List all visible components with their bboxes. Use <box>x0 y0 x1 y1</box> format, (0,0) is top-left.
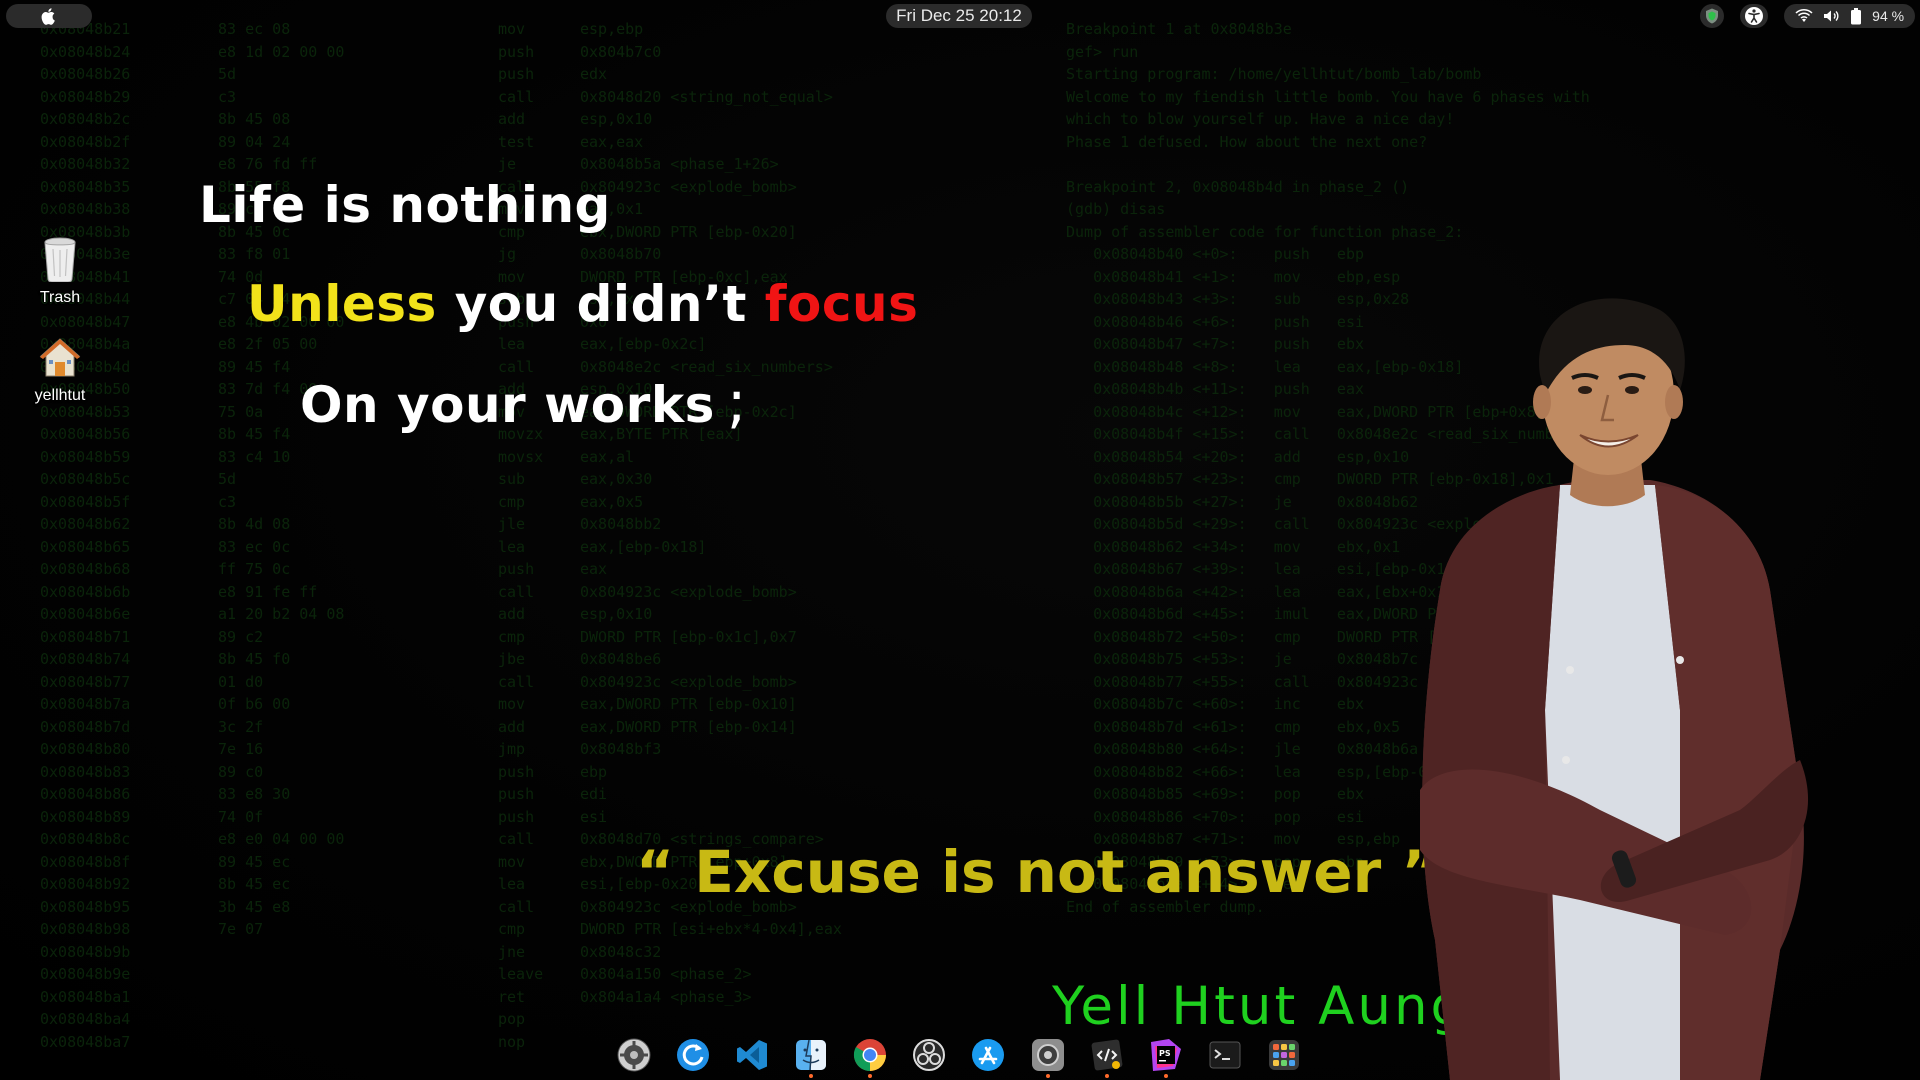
shield-icon <box>1705 8 1719 24</box>
code-editor-icon <box>1090 1038 1124 1072</box>
running-indicator <box>809 1074 814 1078</box>
dock-item-app-store[interactable] <box>968 1035 1008 1075</box>
dock-item-settings[interactable] <box>1028 1035 1068 1078</box>
finder-icon <box>795 1039 827 1071</box>
dock-item-phpstorm[interactable]: PS <box>1146 1035 1186 1078</box>
settings-gear-icon <box>1031 1038 1065 1072</box>
obs-studio-icon <box>912 1038 946 1072</box>
trash-icon <box>40 236 80 287</box>
terminal-icon <box>1208 1038 1242 1072</box>
running-indicator <box>868 1074 873 1078</box>
battery-icon <box>1850 4 1862 28</box>
dock-item-terminal[interactable] <box>1205 1035 1245 1075</box>
desktop: 0x08048b21 0x08048b24 0x08048b26 0x08048… <box>0 0 1920 1080</box>
quote-word-focus: focus <box>764 275 919 333</box>
running-indicator <box>1104 1074 1109 1078</box>
quote-semicolon: ; <box>726 368 747 436</box>
quote-line-3: On your works; <box>300 368 747 436</box>
svg-text:PS: PS <box>1159 1049 1171 1058</box>
person-portrait <box>1380 290 1860 1080</box>
app-launcher-icon <box>1268 1039 1300 1071</box>
dock-item-chrome[interactable] <box>850 1035 890 1078</box>
shield-button[interactable] <box>1700 4 1724 28</box>
quote-line-2: Unless you didn’t focus <box>247 275 918 333</box>
system-status-menu[interactable]: 94 % <box>1784 4 1915 28</box>
dock-item-vscode[interactable] <box>732 1035 772 1075</box>
apple-menu-button[interactable] <box>6 4 92 28</box>
desktop-icon-home[interactable]: yellhtut <box>15 336 105 405</box>
battery-percent: 94 % <box>1872 8 1905 24</box>
phpstorm-icon: PS <box>1149 1038 1183 1072</box>
accessibility-icon <box>1744 6 1764 26</box>
dock-item-software-updater[interactable] <box>673 1035 713 1075</box>
wallpaper-code-column: 83 ec 08 e8 1d 02 00 00 5d c3 8b 45 08 8… <box>218 20 345 938</box>
desktop-icon-trash[interactable]: Trash <box>15 236 105 307</box>
software-updater-icon <box>676 1038 710 1072</box>
wallpaper-code-column: 0x08048b21 0x08048b24 0x08048b26 0x08048… <box>40 20 131 1051</box>
quote-word-unless: Unless <box>247 275 437 333</box>
running-indicator <box>1045 1074 1050 1078</box>
wifi-icon <box>1795 4 1813 28</box>
vscode-icon <box>735 1038 769 1072</box>
quote-line-3-text: On your works <box>300 376 715 434</box>
top-bar: Fri Dec 25 20:12 94 % <box>0 0 1920 31</box>
home-folder-icon <box>38 336 82 385</box>
accessibility-button[interactable] <box>1740 4 1768 28</box>
chrome-icon <box>853 1038 887 1072</box>
wallpaper-code-column: mov push push call add test je call mov … <box>498 20 544 1051</box>
volume-icon <box>1823 4 1841 28</box>
desktop-icon-label: yellhtut <box>34 387 86 404</box>
quote-line-1: Life is nothing <box>199 176 611 234</box>
quote-words-middle: you didn’t <box>436 275 765 333</box>
dock-item-code-editor[interactable] <box>1087 1035 1127 1078</box>
system-settings-icon <box>617 1038 651 1072</box>
desktop-icon-label: Trash <box>39 289 81 306</box>
apple-logo-icon <box>41 7 57 25</box>
excuse-quote: “ Excuse is not answer ” <box>636 838 1440 906</box>
clock[interactable]: Fri Dec 25 20:12 <box>886 4 1032 28</box>
dock-item-system-settings[interactable] <box>614 1035 654 1075</box>
dock: PS <box>614 1032 1304 1078</box>
app-store-icon <box>971 1038 1005 1072</box>
dock-item-app-launcher[interactable] <box>1264 1035 1304 1075</box>
dock-item-finder[interactable] <box>791 1035 831 1078</box>
dock-item-obs-studio[interactable] <box>909 1035 949 1075</box>
running-indicator <box>1163 1074 1168 1078</box>
